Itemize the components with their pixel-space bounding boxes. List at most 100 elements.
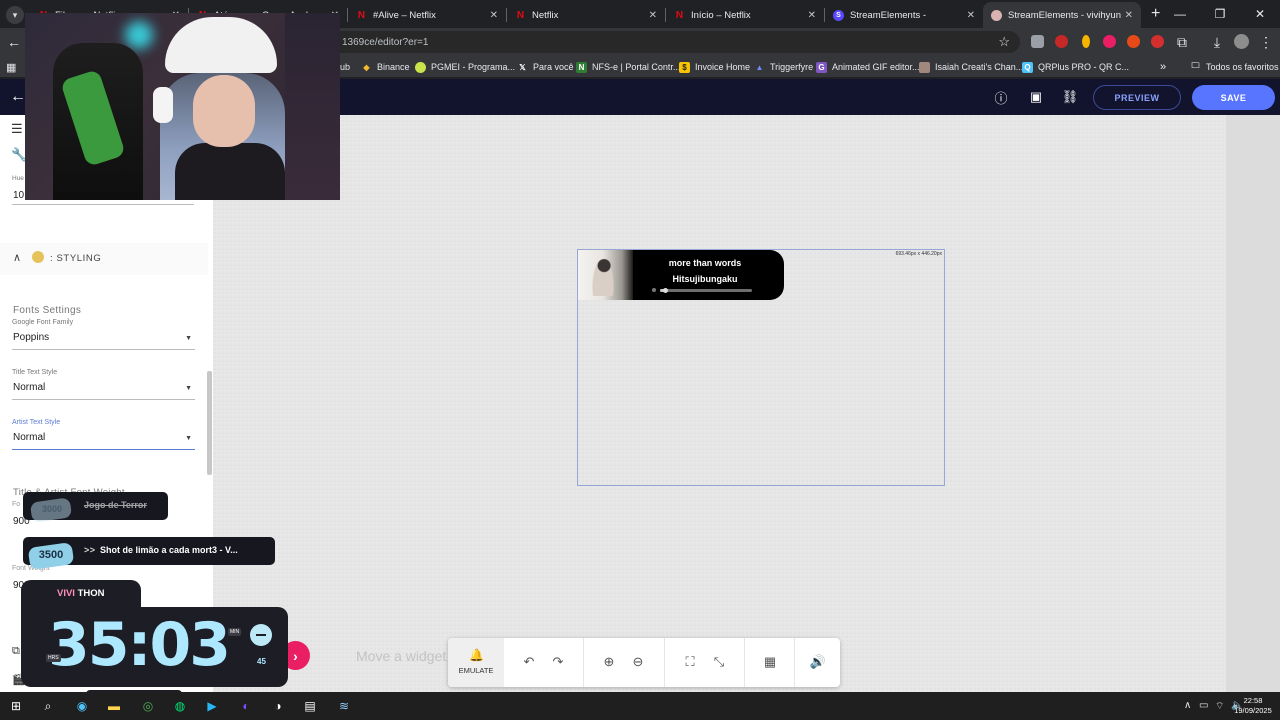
styling-label: : STYLING bbox=[50, 253, 102, 264]
grid-icon[interactable]: ▦ bbox=[761, 653, 779, 671]
all-bookmarks-folder[interactable]: 🗀 Todos os favoritos bbox=[1190, 60, 1279, 74]
link-icon[interactable]: ⛓ bbox=[1060, 87, 1080, 107]
browser-tab[interactable]: S StreamElements - ✕ bbox=[825, 2, 983, 28]
fullscreen-icon[interactable]: ⛶ bbox=[681, 653, 699, 671]
terminal-icon[interactable]: ▶ bbox=[204, 698, 220, 714]
layers-icon[interactable]: ⧉ bbox=[12, 645, 20, 658]
emulate-button[interactable]: 🔔 EMULATE bbox=[448, 638, 504, 687]
file-explorer-icon[interactable]: ▬ bbox=[106, 698, 122, 714]
close-tab-icon[interactable]: ✕ bbox=[1125, 10, 1133, 21]
bookmark-item[interactable]: ◆ Binance bbox=[361, 60, 410, 74]
chrome-icon[interactable]: ◎ bbox=[140, 698, 156, 714]
extension-icon[interactable] bbox=[1127, 35, 1140, 48]
close-tab-icon[interactable]: ✕ bbox=[808, 10, 816, 21]
close-window-icon[interactable]: ✕ bbox=[1240, 7, 1280, 21]
song-artist: Hitsujibungaku bbox=[672, 274, 738, 284]
address-bar[interactable]: 1369ce/editor?er=1 ☆ bbox=[330, 31, 1020, 53]
browser-menu-icon[interactable]: ⋮ bbox=[1256, 32, 1276, 52]
zoom-out-icon[interactable]: ⊖ bbox=[629, 653, 647, 671]
bookmark-star-icon[interactable]: ☆ bbox=[998, 34, 1010, 50]
app-icon[interactable]: ▤ bbox=[302, 698, 318, 714]
help-icon[interactable]: ⓘ bbox=[991, 87, 1011, 107]
discord-icon[interactable]: ◐ bbox=[238, 698, 254, 714]
taskbar-clock[interactable]: 22:58 19/09/2025 bbox=[1228, 696, 1278, 716]
bookmark-item[interactable]: ub bbox=[340, 60, 350, 74]
more-bookmarks-icon[interactable]: » bbox=[1160, 60, 1166, 74]
bookmark-item[interactable]: 𝕏 Para você bbox=[517, 60, 573, 74]
gif-icon: G bbox=[816, 61, 827, 73]
field-underline bbox=[12, 204, 194, 205]
artist-style-select[interactable]: Normal ▼ bbox=[12, 432, 195, 450]
url-text: 1369ce/editor?er=1 bbox=[342, 36, 429, 48]
bookmark-label: Isaiah Creati's Chan... bbox=[935, 62, 1024, 72]
bell-icon: 🔔 bbox=[469, 648, 484, 662]
search-icon[interactable]: ⌕ bbox=[40, 698, 56, 714]
extensions-puzzle-icon[interactable]: ⧉ bbox=[1172, 32, 1192, 52]
undo-icon[interactable]: ↶ bbox=[520, 653, 538, 671]
browser-tab[interactable]: N #Alive – Netflix ✕ bbox=[348, 2, 506, 28]
move-widget-hint: Move a widget bbox=[356, 648, 447, 664]
panel-scrollbar[interactable] bbox=[207, 371, 212, 475]
tray-chevron-icon[interactable]: ∧ bbox=[1184, 700, 1191, 711]
restore-icon[interactable]: ❐ bbox=[1200, 7, 1240, 21]
google-font-select[interactable]: Poppins ▼ bbox=[12, 332, 195, 350]
redo-icon[interactable]: ↷ bbox=[549, 653, 567, 671]
bookmark-label: Invoice Home bbox=[695, 62, 751, 72]
wifi-icon[interactable]: ⌔ bbox=[1215, 700, 1224, 713]
windows-start-icon[interactable]: ⊞ bbox=[8, 698, 24, 714]
bookmark-item[interactable]: $ Invoice Home bbox=[679, 60, 750, 74]
spotify-icon[interactable]: ◍ bbox=[172, 698, 188, 714]
song-progress-knob[interactable] bbox=[662, 288, 668, 293]
bookmark-item[interactable]: G Animated GIF editor... bbox=[816, 60, 920, 74]
binance-icon: ◆ bbox=[363, 62, 370, 72]
save-button[interactable]: SAVE bbox=[1192, 85, 1275, 110]
emulate-label: EMULATE bbox=[458, 666, 494, 675]
extension-icon[interactable] bbox=[1031, 35, 1044, 48]
fit-screen-icon[interactable]: ⤡ bbox=[710, 653, 728, 671]
tab-title: StreamElements - bbox=[850, 9, 927, 21]
bookmark-item[interactable]: PGMEI - Programa... bbox=[415, 60, 515, 74]
nfse-icon: N bbox=[576, 61, 587, 73]
browser-tab[interactable]: N Netflix ✕ bbox=[507, 2, 665, 28]
download-icon[interactable]: ⤓ bbox=[1207, 32, 1227, 52]
apps-grid-icon[interactable]: ▦ bbox=[6, 60, 16, 74]
extension-icon[interactable] bbox=[1103, 35, 1116, 48]
app-icon[interactable]: ≋ bbox=[336, 698, 352, 714]
avatar[interactable] bbox=[1234, 34, 1249, 49]
preview-button[interactable]: PREVIEW bbox=[1093, 85, 1181, 110]
extension-icon[interactable] bbox=[1082, 35, 1090, 48]
copilot-icon[interactable]: ◉ bbox=[74, 698, 90, 714]
back-icon[interactable]: ← bbox=[4, 32, 24, 52]
new-tab-button[interactable]: + bbox=[1151, 5, 1160, 23]
bookmark-item[interactable]: Isaiah Creati's Chan... bbox=[919, 60, 1023, 74]
volume-icon[interactable]: 🔊 bbox=[809, 653, 827, 671]
bookmark-label: Binance bbox=[377, 62, 410, 72]
menu-icon[interactable]: ☰ bbox=[11, 121, 23, 137]
extension-icon[interactable] bbox=[1151, 35, 1164, 48]
bookmark-item[interactable]: Q QRPlus PRO - QR C... bbox=[1022, 60, 1129, 74]
obs-icon[interactable]: ◑ bbox=[270, 698, 286, 714]
goal-text: Jogo de Terror bbox=[84, 500, 147, 510]
hue-field[interactable]: 10 bbox=[13, 190, 24, 201]
close-tab-icon[interactable]: ✕ bbox=[490, 10, 498, 21]
bookmark-item[interactable]: N NFS-e | Portal Contr... bbox=[576, 60, 680, 74]
extension-icon[interactable] bbox=[1055, 35, 1068, 48]
goal-amount: 3500 bbox=[38, 549, 64, 561]
network-icon[interactable]: ▭ bbox=[1199, 700, 1208, 711]
close-tab-icon[interactable]: ✕ bbox=[967, 10, 975, 21]
toolbar-divider bbox=[583, 638, 584, 687]
tab-search-icon[interactable]: ▾ bbox=[6, 6, 24, 24]
minimize-icon[interactable]: — bbox=[1160, 7, 1200, 21]
toolbar-divider bbox=[794, 638, 795, 687]
browser-tab[interactable]: N Início – Netflix ✕ bbox=[666, 2, 824, 28]
clock-date: 19/09/2025 bbox=[1234, 706, 1272, 715]
bookmark-label: PGMEI - Programa... bbox=[431, 62, 516, 72]
browser-tab-active[interactable]: StreamElements - vivihyun ✕ bbox=[983, 2, 1141, 28]
title-style-select[interactable]: Normal ▼ bbox=[12, 382, 195, 400]
close-tab-icon[interactable]: ✕ bbox=[649, 10, 657, 21]
bookmark-item[interactable]: ▲ Triggerfyre bbox=[754, 60, 814, 74]
webcam-headset bbox=[153, 87, 173, 123]
screen-icon[interactable]: ▣ bbox=[1026, 87, 1046, 107]
zoom-in-icon[interactable]: ⊕ bbox=[600, 653, 618, 671]
styling-section-toggle[interactable]: ∧ : STYLING bbox=[0, 243, 208, 275]
